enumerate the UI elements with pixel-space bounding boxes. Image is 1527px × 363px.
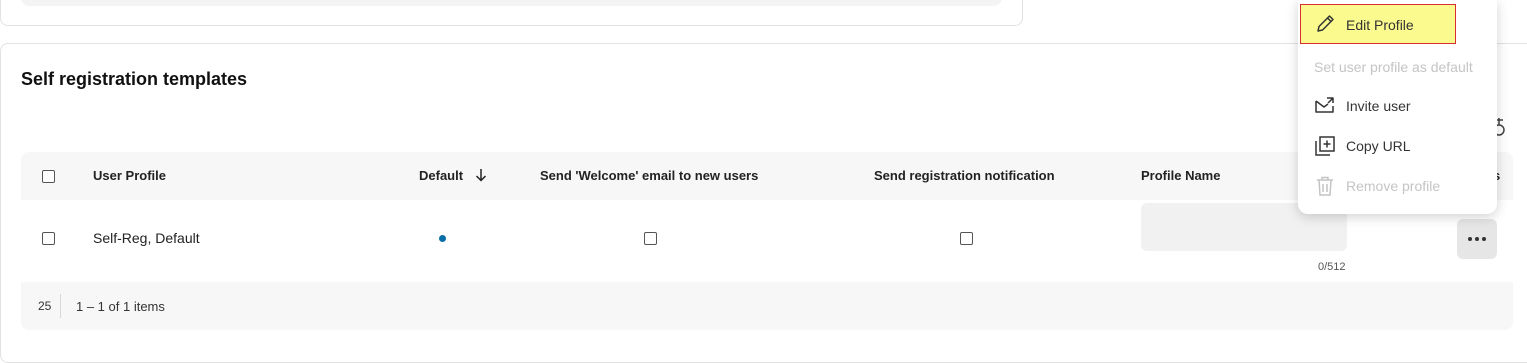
menu-item-label: Set user profile as default [1314,59,1473,75]
table-header: User Profile Default Send 'Welcome' emai… [21,152,1513,200]
menu-item-label: Invite user [1346,98,1411,114]
header-welcome-email[interactable]: Send 'Welcome' email to new users [540,168,758,183]
menu-item-set-default[interactable]: Set user profile as default [1298,47,1497,87]
more-dots-icon [1468,237,1472,241]
user-profile-cell: Self-Reg, Default [93,230,200,246]
registration-notification-checkbox[interactable] [960,232,973,245]
default-indicator-dot [439,235,446,242]
envelope-icon [1314,95,1336,117]
more-dot [1475,237,1479,241]
footer-divider [60,294,61,318]
menu-item-invite-user[interactable]: Invite user [1298,86,1497,126]
pencil-icon [1314,13,1336,35]
table-footer: 25 1 – 1 of 1 items [21,282,1513,330]
more-dot [1482,237,1486,241]
header-user-profile[interactable]: User Profile [93,168,166,183]
menu-item-remove-profile[interactable]: Remove profile [1298,166,1497,206]
row-checkbox[interactable] [42,232,55,245]
upper-card-inner [21,0,1002,6]
context-menu: Edit Profile Set user profile as default… [1298,0,1497,214]
copy-icon [1314,135,1336,157]
menu-item-edit-profile[interactable]: Edit Profile [1300,4,1456,44]
select-all-checkbox[interactable] [42,170,55,183]
welcome-email-checkbox[interactable] [644,232,657,245]
section-title: Self registration templates [21,69,248,89]
menu-item-copy-url[interactable]: Copy URL [1298,126,1497,166]
sort-arrow-down-icon[interactable] [475,168,487,185]
trash-icon [1314,175,1336,197]
header-profile-name[interactable]: Profile Name [1141,168,1220,183]
menu-item-label: Copy URL [1346,138,1411,154]
header-registration-notification[interactable]: Send registration notification [874,168,1055,183]
pagination-info: 1 – 1 of 1 items [76,299,165,314]
page-size-selector[interactable]: 25 [38,299,51,313]
char-counter: 0/512 [1318,261,1346,273]
upper-card [0,0,1023,26]
menu-item-label: Edit Profile [1346,17,1414,33]
menu-item-label: Remove profile [1346,178,1441,194]
more-actions-button[interactable] [1457,219,1497,259]
header-default[interactable]: Default [419,168,463,183]
